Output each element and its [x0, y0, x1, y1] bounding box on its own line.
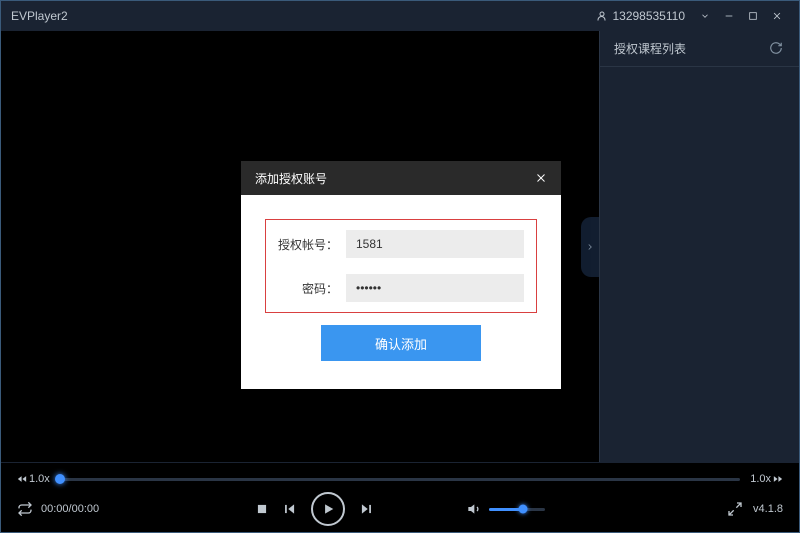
sidebar-toggle[interactable]	[581, 217, 599, 277]
fast-forward-icon	[773, 474, 783, 484]
maximize-button[interactable]	[741, 4, 765, 28]
loop-button[interactable]	[17, 501, 33, 517]
volume-button[interactable]	[467, 501, 483, 517]
volume-slider[interactable]	[489, 508, 545, 511]
sidebar: 授权课程列表	[599, 31, 799, 462]
dialog-body: 授权帐号： 密码： 确认添加	[241, 195, 561, 389]
prev-button[interactable]	[283, 502, 297, 516]
chevron-down-icon	[700, 11, 710, 21]
app-title: EVPlayer2	[11, 9, 596, 23]
refresh-icon	[769, 41, 783, 55]
close-icon	[772, 11, 782, 21]
password-row: 密码：	[278, 274, 524, 302]
next-button[interactable]	[359, 502, 373, 516]
fullscreen-button[interactable]	[727, 501, 743, 517]
titlebar: EVPlayer2 13298535110	[1, 1, 799, 31]
password-input[interactable]	[346, 274, 524, 302]
user-id: 13298535110	[612, 9, 685, 23]
skip-forward-icon	[359, 502, 373, 516]
right-controls: v4.1.8	[727, 501, 783, 517]
sidebar-title: 授权课程列表	[614, 40, 686, 57]
user-icon	[596, 10, 608, 22]
volume-group	[467, 501, 545, 517]
speed-forward-button[interactable]: 1.0x	[750, 473, 783, 485]
skip-back-icon	[283, 502, 297, 516]
maximize-icon	[748, 11, 758, 21]
progress-row: 1.0x 1.0x	[17, 469, 783, 489]
sidebar-header: 授权课程列表	[600, 31, 799, 67]
close-button[interactable]	[765, 4, 789, 28]
speed-back-button[interactable]: 1.0x	[17, 473, 50, 485]
minimize-icon	[724, 11, 734, 21]
refresh-button[interactable]	[769, 41, 785, 57]
add-account-dialog: 添加授权账号 授权帐号： 密码： 确认添加	[241, 161, 561, 389]
user-info[interactable]: 13298535110	[596, 9, 685, 23]
form-group: 授权帐号： 密码：	[265, 219, 537, 313]
speed-right-label: 1.0x	[750, 473, 771, 485]
version-label: v4.1.8	[753, 503, 783, 515]
chevron-right-icon	[585, 239, 595, 255]
dialog-title: 添加授权账号	[255, 170, 327, 187]
volume-handle[interactable]	[518, 505, 527, 514]
dropdown-button[interactable]	[693, 4, 717, 28]
bottom-controls: 00:00/00:00	[17, 489, 783, 529]
close-icon	[535, 172, 547, 184]
dialog-close-button[interactable]	[535, 172, 547, 184]
play-icon	[321, 502, 335, 516]
rewind-icon	[17, 474, 27, 484]
stop-button[interactable]	[255, 502, 269, 516]
account-label: 授权帐号：	[278, 236, 338, 253]
minimize-button[interactable]	[717, 4, 741, 28]
loop-time-group: 00:00/00:00	[17, 501, 99, 517]
account-row: 授权帐号：	[278, 230, 524, 258]
confirm-add-button[interactable]: 确认添加	[321, 325, 481, 361]
password-label: 密码：	[278, 280, 338, 297]
time-display: 00:00/00:00	[41, 503, 99, 515]
progress-handle[interactable]	[55, 474, 65, 484]
speed-left-label: 1.0x	[29, 473, 50, 485]
progress-bar[interactable]	[60, 478, 740, 481]
volume-icon	[467, 501, 483, 517]
loop-icon	[17, 501, 33, 517]
player-controls: 1.0x 1.0x 00:00/00:00	[1, 462, 799, 532]
fullscreen-icon	[727, 501, 743, 517]
account-input[interactable]	[346, 230, 524, 258]
dialog-header[interactable]: 添加授权账号	[241, 161, 561, 195]
center-controls	[255, 492, 545, 526]
play-button[interactable]	[311, 492, 345, 526]
stop-icon	[255, 502, 269, 516]
